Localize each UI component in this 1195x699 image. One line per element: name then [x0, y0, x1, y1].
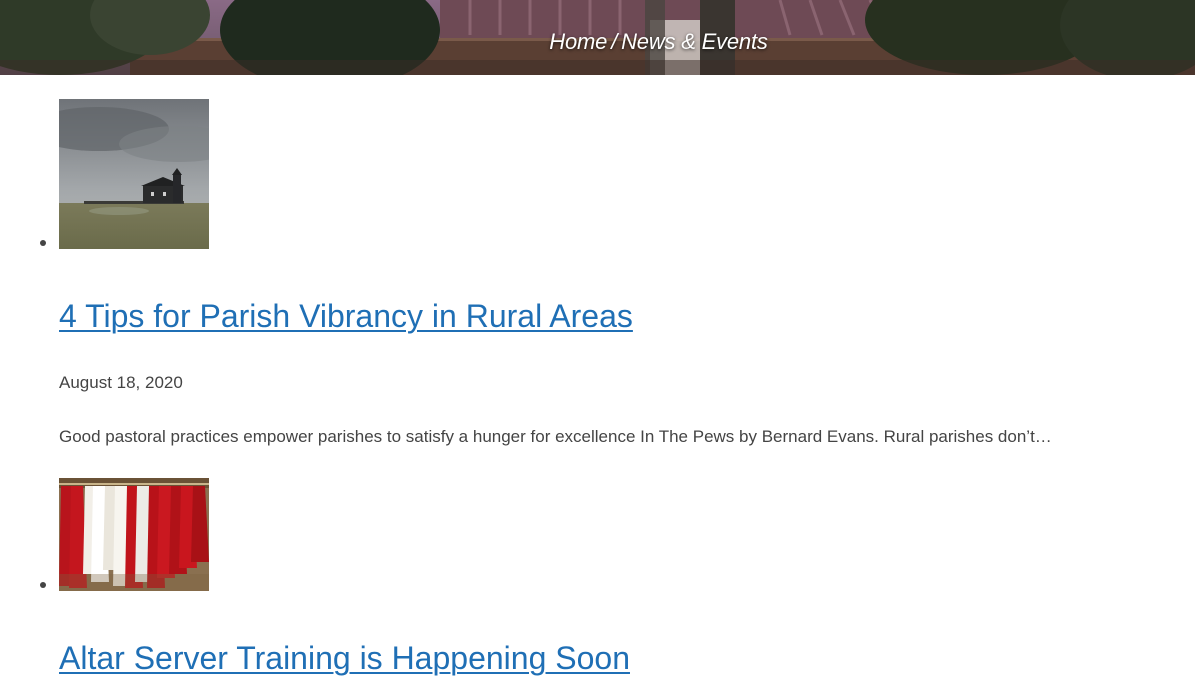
post-excerpt: Good pastoral practices empower parishes…	[59, 427, 1052, 446]
rural-church-image	[59, 99, 209, 249]
post-thumbnail[interactable]	[59, 99, 209, 249]
post-title: Altar Server Training is Happening Soon	[59, 638, 630, 678]
list-bullet	[40, 582, 46, 588]
list-bullet	[40, 240, 46, 246]
hero-banner: Home / News & Events	[0, 0, 1195, 75]
breadcrumb-current: News & Events	[621, 29, 768, 54]
post-date: August 18, 2020	[59, 373, 183, 392]
post-thumbnail[interactable]	[59, 478, 209, 591]
breadcrumb: Home / News & Events	[0, 27, 1195, 57]
altar-robes-image	[59, 478, 209, 591]
breadcrumb-separator: /	[611, 29, 618, 54]
breadcrumb-home-link[interactable]: Home	[549, 29, 607, 54]
post-title-link[interactable]: Altar Server Training is Happening Soon	[59, 640, 630, 676]
post-title-link[interactable]: 4 Tips for Parish Vibrancy in Rural Area…	[59, 298, 633, 334]
post-title: 4 Tips for Parish Vibrancy in Rural Area…	[59, 296, 633, 336]
